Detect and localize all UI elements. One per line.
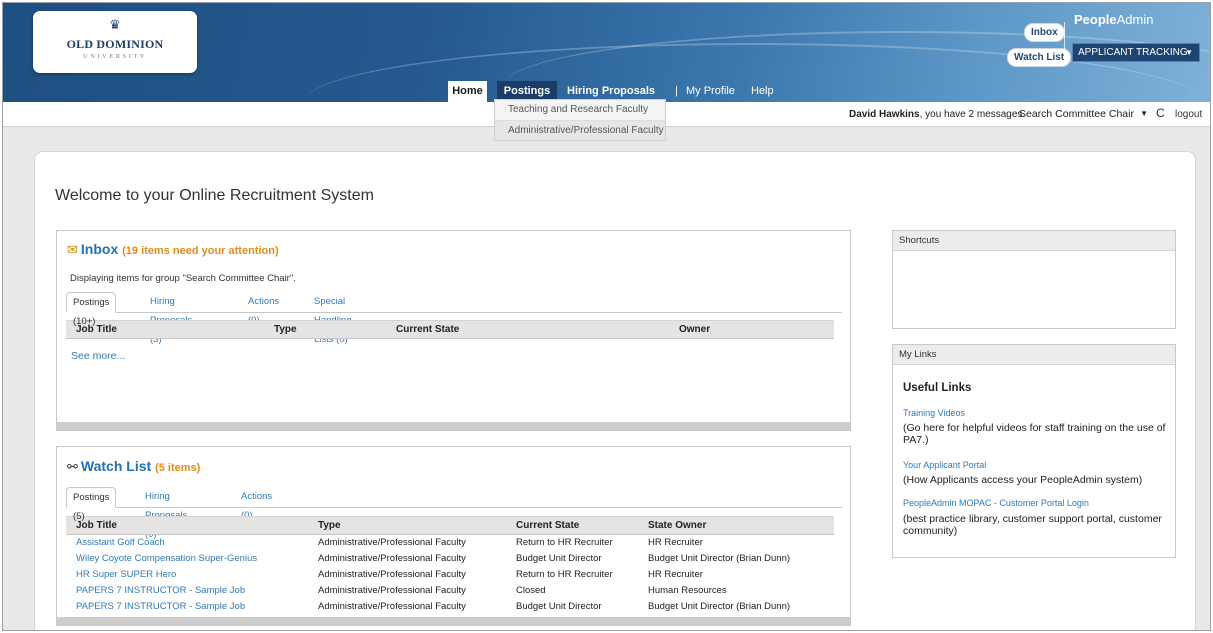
university-logo[interactable]: ♛ OLD DOMINION UNIVERSITY xyxy=(33,11,197,73)
menu-item-admin-professional[interactable]: Administrative/Professional Faculty xyxy=(495,120,665,140)
watch-list-title: Watch List xyxy=(80,458,152,474)
page-title: Welcome to your Online Recruitment Syste… xyxy=(55,187,374,204)
job-title-link[interactable]: Wiley Coyote Compensation Super-Genius xyxy=(76,553,257,564)
user-name: David Hawkins xyxy=(849,109,920,120)
see-more-link[interactable]: See more... xyxy=(71,350,125,362)
job-type: Administrative/Professional Faculty xyxy=(318,569,466,580)
crown-icon: ♛ xyxy=(109,18,121,33)
caret-down-icon: ▼ xyxy=(1140,109,1148,118)
inbox-count: (19 items need your attention) xyxy=(122,245,279,257)
job-title-link[interactable]: HR Super SUPER Hero xyxy=(76,569,176,580)
tab-inbox-hiring-proposals[interactable]: Hiring Proposals (3) xyxy=(144,292,198,345)
job-type: Administrative/Professional Faculty xyxy=(318,553,466,564)
col-state-owner[interactable]: State Owner xyxy=(648,520,706,531)
tab-watch-postings[interactable]: Postings (5) xyxy=(66,487,117,522)
job-state: Return to HR Recruiter xyxy=(516,569,613,580)
table-row: PAPERS 7 INSTRUCTOR - Sample Job Adminis… xyxy=(66,599,834,615)
tab-divider xyxy=(66,507,842,508)
menu-item-teaching-research[interactable]: Teaching and Research Faculty xyxy=(495,100,665,120)
peopleadmin-brand: PeopleAdmin xyxy=(1074,12,1153,28)
job-owner: HR Recruiter xyxy=(648,569,703,580)
my-links-title: My Links xyxy=(893,345,1175,365)
inbox-pill-button[interactable]: Inbox xyxy=(1024,23,1065,42)
tab-watch-actions[interactable]: Actions (0) xyxy=(235,487,278,521)
refresh-icon[interactable]: C xyxy=(1156,106,1165,120)
customer-portal-link[interactable]: PeopleAdmin MOPAC - Customer Portal Logi… xyxy=(903,498,1089,508)
app-window: ♛ OLD DOMINION UNIVERSITY Inbox Watch Li… xyxy=(2,2,1211,631)
inbox-panel: ✉ Inbox (19 items need your attention) Di… xyxy=(56,230,851,431)
panel-footer-shade xyxy=(57,422,850,430)
job-state: Budget Unit Director xyxy=(516,553,602,564)
watch-list-count: (5 items) xyxy=(155,462,201,474)
job-state: Budget Unit Director xyxy=(516,601,602,612)
panel-footer-shade xyxy=(57,617,850,625)
brand-bold: People xyxy=(1074,12,1117,27)
user-message: David Hawkins, you have 2 messages. xyxy=(849,109,1025,120)
tab-inbox-postings[interactable]: Postings (10+) xyxy=(66,292,117,327)
nav-my-profile[interactable]: My Profile xyxy=(686,81,735,102)
table-row: Assistant Golf Coach Administrative/Prof… xyxy=(66,535,834,551)
inbox-icon: ✉ xyxy=(67,243,78,258)
training-videos-link[interactable]: Training Videos xyxy=(903,408,965,418)
role-selector[interactable]: Search Committee Chair ▼ xyxy=(1016,106,1150,123)
job-owner: Budget Unit Director (Brian Dunn) xyxy=(648,553,791,564)
tab-watch-hiring-proposals[interactable]: Hiring Proposals (0) xyxy=(139,487,193,540)
training-videos-desc: (Go here for helpful videos for staff tr… xyxy=(903,422,1166,446)
col-current-state[interactable]: Current State xyxy=(516,520,579,531)
job-state: Return to HR Recruiter xyxy=(516,537,613,548)
binoculars-icon: ⚯ xyxy=(67,460,78,475)
applicant-portal-link[interactable]: Your Applicant Portal xyxy=(903,460,986,470)
logout-link[interactable]: logout xyxy=(1175,109,1202,120)
nav-separator: | xyxy=(675,85,678,97)
watch-list-heading: ⚯ Watch List (5 items) xyxy=(67,458,200,475)
table-row: Wiley Coyote Compensation Super-Genius A… xyxy=(66,551,834,567)
brand-divider xyxy=(1064,22,1065,66)
logo-name: OLD DOMINION xyxy=(66,37,164,51)
applicant-portal-desc: (How Applicants access your PeopleAdmin … xyxy=(903,474,1143,486)
logo-subname: UNIVERSITY xyxy=(83,53,147,60)
col-owner[interactable]: Owner xyxy=(679,324,710,335)
inbox-heading: ✉ Inbox (19 items need your attention) xyxy=(67,241,279,258)
job-title-link[interactable]: PAPERS 7 INSTRUCTOR - Sample Job xyxy=(76,585,245,596)
application-selector[interactable]: APPLICANT TRACKING ▼ xyxy=(1072,43,1200,62)
job-title-link[interactable]: Assistant Golf Coach xyxy=(76,537,165,548)
tab-divider xyxy=(66,312,842,313)
table-row: PAPERS 7 INSTRUCTOR - Sample Job Adminis… xyxy=(66,583,834,599)
role-selector-value: Search Committee Chair xyxy=(1019,108,1134,120)
col-type[interactable]: Type xyxy=(274,324,297,335)
inbox-table-header: Job Title Type Current State Owner xyxy=(66,320,834,339)
application-selector-value: APPLICANT TRACKING xyxy=(1078,47,1188,58)
table-row: HR Super SUPER Hero Administrative/Profe… xyxy=(66,567,834,583)
job-type: Administrative/Professional Faculty xyxy=(318,537,466,548)
job-owner: Budget Unit Director (Brian Dunn) xyxy=(648,601,791,612)
message-count-text: , you have 2 messages. xyxy=(919,109,1026,120)
tab-inbox-actions[interactable]: Actions (0) xyxy=(242,292,285,326)
watch-list-table-header: Job Title Type Current State State Owner xyxy=(66,516,834,535)
caret-down-icon: ▼ xyxy=(1185,48,1193,57)
brand-rest: Admin xyxy=(1116,12,1154,27)
main-content: Welcome to your Online Recruitment Syste… xyxy=(34,151,1196,630)
useful-links-heading: Useful Links xyxy=(903,382,972,394)
watch-list-panel: ⚯ Watch List (5 items) Postings (5) Hirin… xyxy=(56,446,851,626)
customer-portal-desc: (best practice library, customer support… xyxy=(903,513,1162,537)
col-type[interactable]: Type xyxy=(318,520,341,531)
nav-home[interactable]: Home xyxy=(448,81,487,102)
group-display-note: Displaying items for group "Search Commi… xyxy=(70,273,296,284)
postings-dropdown-menu: Teaching and Research Faculty Administra… xyxy=(494,99,666,141)
nav-help[interactable]: Help xyxy=(751,81,774,102)
my-links-panel: My Links Useful Links Training Videos (G… xyxy=(892,344,1176,558)
shortcuts-title: Shortcuts xyxy=(893,231,1175,251)
col-current-state[interactable]: Current State xyxy=(396,324,459,335)
inbox-title: Inbox xyxy=(80,241,119,257)
job-owner: HR Recruiter xyxy=(648,537,703,548)
job-type: Administrative/Professional Faculty xyxy=(318,585,466,596)
tab-inbox-special-handling[interactable]: Special Handling Lists (0) xyxy=(308,292,357,345)
watch-list-pill-button[interactable]: Watch List xyxy=(1007,48,1072,67)
job-state: Closed xyxy=(516,585,546,596)
job-type: Administrative/Professional Faculty xyxy=(318,601,466,612)
job-title-link[interactable]: PAPERS 7 INSTRUCTOR - Sample Job xyxy=(76,601,245,612)
shortcuts-panel: Shortcuts xyxy=(892,230,1176,329)
job-owner: Human Resources xyxy=(648,585,727,596)
header-banner: ♛ OLD DOMINION UNIVERSITY Inbox Watch Li… xyxy=(3,3,1210,102)
